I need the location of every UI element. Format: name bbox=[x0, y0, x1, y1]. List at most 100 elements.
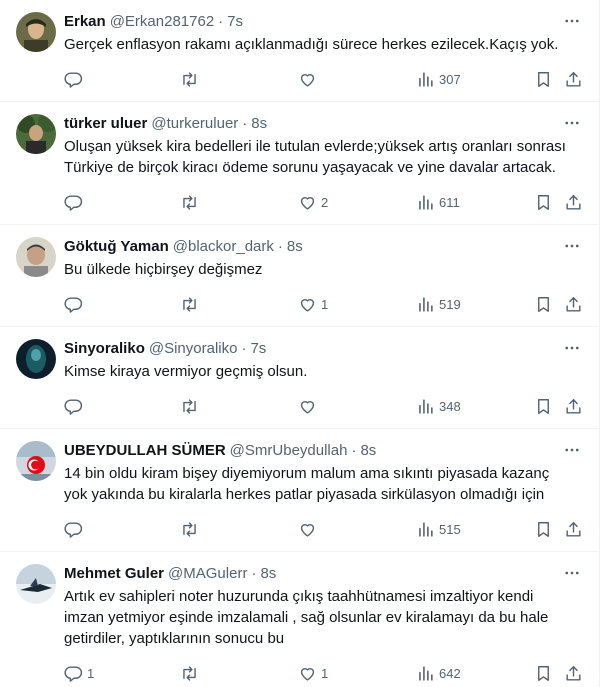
timestamp[interactable]: 8s bbox=[251, 114, 267, 134]
timestamp[interactable]: 7s bbox=[250, 339, 266, 359]
tweet-text: Kimse kiraya vermiyor geçmiş olsun. bbox=[64, 363, 308, 380]
avatar[interactable] bbox=[16, 339, 56, 379]
like-button[interactable]: 2 bbox=[298, 184, 328, 220]
timestamp[interactable]: 8s bbox=[287, 237, 303, 257]
views-button[interactable]: 642 bbox=[416, 655, 461, 687]
views-button[interactable]: 519 bbox=[416, 286, 461, 322]
views-button[interactable]: 611 bbox=[416, 184, 460, 220]
bookmark-button[interactable] bbox=[534, 61, 553, 97]
author-handle[interactable]: @turkeruluer bbox=[151, 114, 238, 134]
like-icon bbox=[300, 400, 315, 414]
share-button[interactable] bbox=[564, 655, 583, 687]
avatar-image bbox=[16, 114, 56, 154]
share-button[interactable] bbox=[564, 184, 583, 220]
avatar-image bbox=[16, 237, 56, 277]
views-icon bbox=[419, 665, 433, 681]
bookmark-button[interactable] bbox=[534, 388, 553, 424]
more-button[interactable] bbox=[561, 337, 583, 359]
avatar[interactable] bbox=[16, 564, 56, 604]
share-button[interactable] bbox=[564, 61, 583, 97]
tweet-header: Göktuğ Yaman @blackor_dark · 8s bbox=[64, 237, 583, 257]
reply-button[interactable] bbox=[64, 511, 87, 547]
views-button[interactable]: 515 bbox=[416, 511, 461, 547]
tweet[interactable]: Sinyoraliko @Sinyoraliko · 7s Kimse kira… bbox=[0, 327, 599, 429]
reply-icon bbox=[64, 296, 83, 313]
tweet-text: Bu ülkede hiçbirşey değişmez bbox=[64, 261, 263, 278]
timestamp[interactable]: 8s bbox=[260, 564, 276, 584]
like-button[interactable]: 1 bbox=[298, 655, 328, 687]
more-button[interactable] bbox=[561, 562, 583, 584]
author-handle[interactable]: @blackor_dark bbox=[173, 237, 274, 257]
share-icon bbox=[566, 398, 581, 414]
author-name[interactable]: Göktuğ Yaman bbox=[64, 237, 169, 257]
timestamp[interactable]: 8s bbox=[360, 441, 376, 461]
reply-button[interactable]: 1 bbox=[64, 655, 94, 687]
author-name[interactable]: Sinyoraliko bbox=[64, 339, 145, 359]
author-name[interactable]: Mehmet Guler bbox=[64, 564, 164, 584]
avatar[interactable] bbox=[16, 12, 56, 52]
retweet-button[interactable] bbox=[180, 511, 203, 547]
reply-button[interactable] bbox=[64, 286, 87, 322]
avatar[interactable] bbox=[16, 441, 56, 481]
retweet-button[interactable] bbox=[180, 286, 203, 322]
views-icon bbox=[419, 398, 433, 414]
like-button[interactable] bbox=[298, 388, 321, 424]
author-handle[interactable]: @Erkan281762 bbox=[110, 12, 214, 32]
retweet-button[interactable] bbox=[180, 388, 203, 424]
retweet-icon bbox=[183, 296, 196, 312]
author-handle[interactable]: @SmrUbeydullah bbox=[230, 441, 348, 461]
author-handle[interactable]: @Sinyoraliko bbox=[149, 339, 238, 359]
more-button[interactable] bbox=[561, 439, 583, 461]
share-icon bbox=[566, 296, 581, 312]
views-button[interactable]: 348 bbox=[416, 388, 461, 424]
share-button[interactable] bbox=[564, 286, 583, 322]
like-icon bbox=[300, 298, 315, 312]
more-icon bbox=[565, 346, 579, 350]
tweet[interactable]: Göktuğ Yaman @blackor_dark · 8s Bu ülked… bbox=[0, 225, 599, 327]
bookmark-button[interactable] bbox=[534, 184, 553, 220]
views-button[interactable]: 307 bbox=[416, 61, 461, 97]
bookmark-icon bbox=[538, 665, 549, 681]
timestamp[interactable]: 7s bbox=[227, 12, 243, 32]
retweet-button[interactable] bbox=[180, 61, 203, 97]
share-button[interactable] bbox=[564, 388, 583, 424]
more-button[interactable] bbox=[561, 112, 583, 134]
more-button[interactable] bbox=[561, 235, 583, 257]
separator-dot: · bbox=[277, 238, 283, 255]
author-name[interactable]: UBEYDULLAH SÜMER bbox=[64, 441, 226, 461]
more-button[interactable] bbox=[561, 10, 583, 32]
reply-button[interactable] bbox=[64, 184, 87, 220]
avatar[interactable] bbox=[16, 114, 56, 154]
reply-button[interactable] bbox=[64, 388, 87, 424]
tweet[interactable]: UBEYDULLAH SÜMER @SmrUbeydullah · 8s 14 … bbox=[0, 429, 599, 552]
like-button[interactable] bbox=[298, 511, 321, 547]
share-icon bbox=[566, 665, 581, 681]
bookmark-icon bbox=[538, 71, 549, 87]
like-button[interactable] bbox=[298, 61, 321, 97]
reply-icon bbox=[64, 521, 83, 538]
tweet-header: UBEYDULLAH SÜMER @SmrUbeydullah · 8s bbox=[64, 441, 583, 461]
bookmark-icon bbox=[538, 521, 549, 537]
author-handle[interactable]: @MAGulerr bbox=[168, 564, 247, 584]
bookmark-button[interactable] bbox=[534, 511, 553, 547]
bookmark-button[interactable] bbox=[534, 655, 553, 687]
retweet-button[interactable] bbox=[180, 184, 203, 220]
reply-icon bbox=[64, 665, 83, 682]
like-button[interactable]: 1 bbox=[298, 286, 328, 322]
author-name[interactable]: Erkan bbox=[64, 12, 106, 32]
tweet[interactable]: türker uluer @turkeruluer · 8s Oluşan yü… bbox=[0, 102, 599, 225]
reply-count: 1 bbox=[87, 665, 95, 681]
avatar[interactable] bbox=[16, 237, 56, 277]
tweet[interactable]: Mehmet Guler @MAGulerr · 8s Artık ev sah… bbox=[0, 552, 599, 687]
tweet-header: Sinyoraliko @Sinyoraliko · 7s bbox=[64, 339, 583, 359]
reply-button[interactable] bbox=[64, 61, 87, 97]
tweet[interactable]: Erkan @Erkan281762 · 7s Gerçek enflasyon… bbox=[0, 0, 599, 102]
retweet-button[interactable] bbox=[180, 655, 203, 687]
bookmark-button[interactable] bbox=[534, 286, 553, 322]
like-count: 2 bbox=[321, 194, 329, 210]
author-name[interactable]: türker uluer bbox=[64, 114, 147, 134]
views-icon bbox=[419, 296, 433, 312]
share-button[interactable] bbox=[564, 511, 583, 547]
like-icon bbox=[300, 667, 315, 681]
tweet-header: Erkan @Erkan281762 · 7s bbox=[64, 12, 583, 32]
